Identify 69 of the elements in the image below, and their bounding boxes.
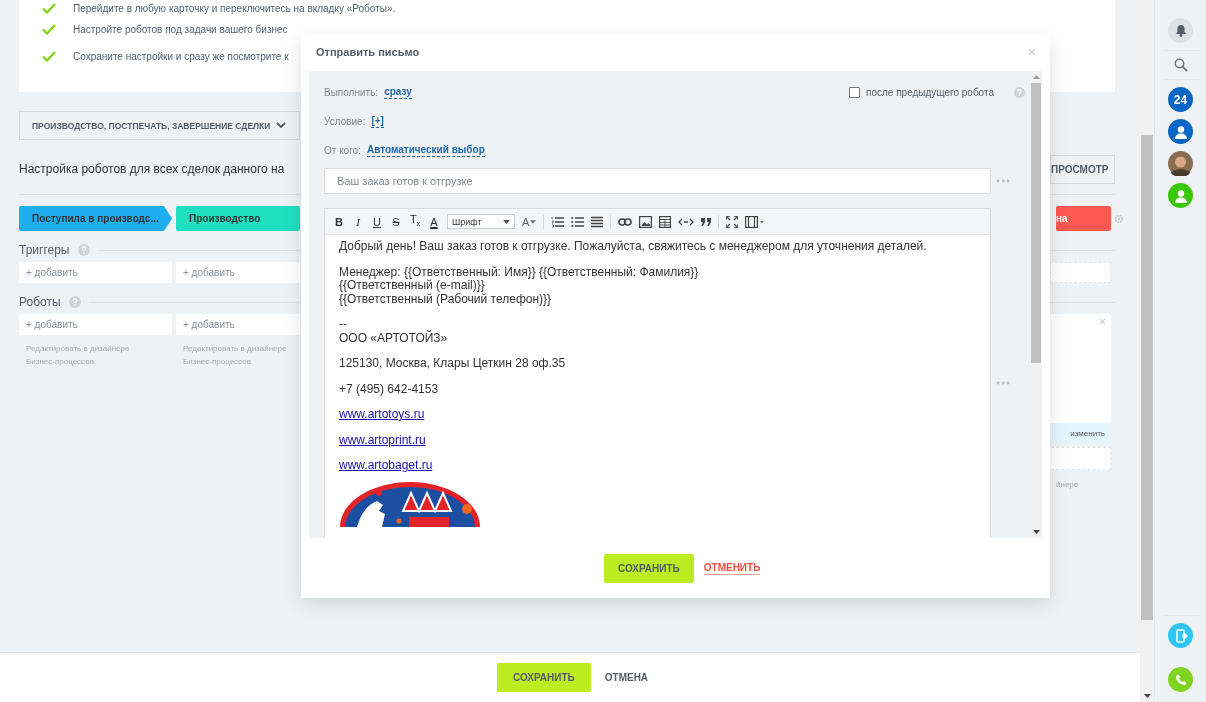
stage-tab[interactable]: на: [1056, 206, 1111, 231]
add-condition-link[interactable]: [+]: [371, 114, 384, 128]
font-size-button[interactable]: A: [522, 214, 537, 229]
chevron-icon: [276, 122, 287, 129]
section-heading: Настройка роботов для всех сделок данного на: [19, 162, 285, 176]
video-icon[interactable]: [745, 215, 765, 228]
code-icon[interactable]: [678, 217, 695, 226]
save-button[interactable]: СОХРАНИТЬ: [604, 553, 694, 583]
message-text: Добрый день! Ваш заказ готов к отгрузке. Пожалуйста, свяжитесь с менеджером для уточнения деталей.: [339, 240, 928, 254]
check-icon: [42, 2, 56, 14]
font-dropdown[interactable]: Шрифт: [447, 214, 515, 229]
quote-icon[interactable]: [701, 217, 712, 226]
scroll-down-icon[interactable]: [1032, 530, 1040, 534]
message-text: 125130, Москва, Клары Цеткин 28 оф.35: [339, 357, 567, 371]
link-icon[interactable]: [618, 217, 633, 226]
bullet-list-icon[interactable]: [571, 215, 585, 228]
checklist-text: Настройте роботов под задачи вашего бизнес: [73, 24, 288, 35]
counter-badge[interactable]: 24: [1168, 87, 1193, 112]
checklist-text: Сохраните настройки и сразу же посмотрите к: [73, 51, 289, 62]
field-label: Выполнить:: [324, 86, 379, 98]
message-text: -- ООО «АРТОТОЙЗ»: [339, 318, 449, 345]
add-trigger-button[interactable]: + добавить: [176, 262, 300, 283]
message-editor[interactable]: [324, 208, 991, 538]
numbered-list-icon[interactable]: [551, 215, 565, 228]
run-time-link[interactable]: сразу: [384, 85, 412, 99]
format-button[interactable]: I: [352, 214, 364, 229]
subject-field[interactable]: Ваш заказ готов к отгрузке: [324, 168, 991, 194]
format-button[interactable]: A: [428, 214, 440, 229]
message-text: Менеджер: {{Ответственный: Имя}} {{Ответственный: Фамилия}} {{Ответственный (e-mail)}} {{Ответственный (Рабочий телефон)}}: [339, 265, 700, 306]
cancel-button[interactable]: ОТМЕНИТЬ: [703, 561, 761, 575]
format-button[interactable]: T$_{x}$: [409, 211, 421, 232]
align-icon[interactable]: [591, 215, 604, 228]
add-robot-button[interactable]: + добавить: [176, 314, 300, 335]
sender-link[interactable]: Автоматический выбор: [366, 143, 485, 157]
check-icon: [42, 51, 56, 62]
caret-icon: [503, 219, 510, 224]
stage-tab[interactable]: Поступила в производс...: [19, 206, 172, 231]
add-trigger-button[interactable]: + добавить: [19, 262, 172, 283]
table-icon[interactable]: [659, 215, 672, 228]
add-robot-button[interactable]: + добавить: [19, 314, 172, 335]
website-link[interactable]: www.artobaget.ru: [339, 458, 433, 472]
format-button[interactable]: U: [371, 214, 383, 229]
field-label: Условие:: [324, 115, 366, 127]
caret-icon: [530, 219, 537, 224]
website-link[interactable]: www.artotoys.ru: [339, 407, 425, 421]
website-link[interactable]: www.artoprint.ru: [339, 432, 426, 447]
search-icon[interactable]: [1173, 58, 1188, 72]
scroll-down-icon[interactable]: [1144, 694, 1151, 698]
stage-tab[interactable]: Производство: [176, 206, 300, 231]
fullscreen-icon[interactable]: [726, 215, 739, 228]
section-title: Роботы: [19, 295, 61, 309]
avatar-icon[interactable]: [1168, 151, 1193, 176]
checklist-text: Перейдите в любую карточку и переключитесь на вкладку «Роботы».: [73, 2, 396, 14]
message-text: +7 (495) 642-4153: [339, 382, 440, 396]
checkbox-label[interactable]: после предыдущего робота: [866, 86, 994, 98]
cancel-button[interactable]: ОТМЕНА: [604, 672, 649, 683]
pipeline-dropdown[interactable]: ПРОИЗВОДСТВО, ПОСТПЕЧАТЬ, ЗАВЕРШЕНИЕ СДЕЛКИ: [19, 111, 300, 140]
check-icon: [42, 24, 56, 35]
format-button[interactable]: B: [333, 214, 345, 229]
field-label: От кого:: [324, 144, 361, 156]
checkbox[interactable]: [849, 86, 860, 98]
dialog-title: Отправить письмо: [316, 46, 420, 58]
preview-button[interactable]: ПРОСМОТР: [1050, 154, 1115, 184]
save-button[interactable]: СОХРАНИТЬ: [497, 663, 591, 692]
bell-icon[interactable]: [1168, 18, 1193, 43]
user-icon[interactable]: [1168, 119, 1193, 144]
format-button[interactable]: S: [390, 214, 402, 229]
section-title: Триггеры: [19, 243, 70, 257]
image-icon[interactable]: [639, 215, 653, 228]
